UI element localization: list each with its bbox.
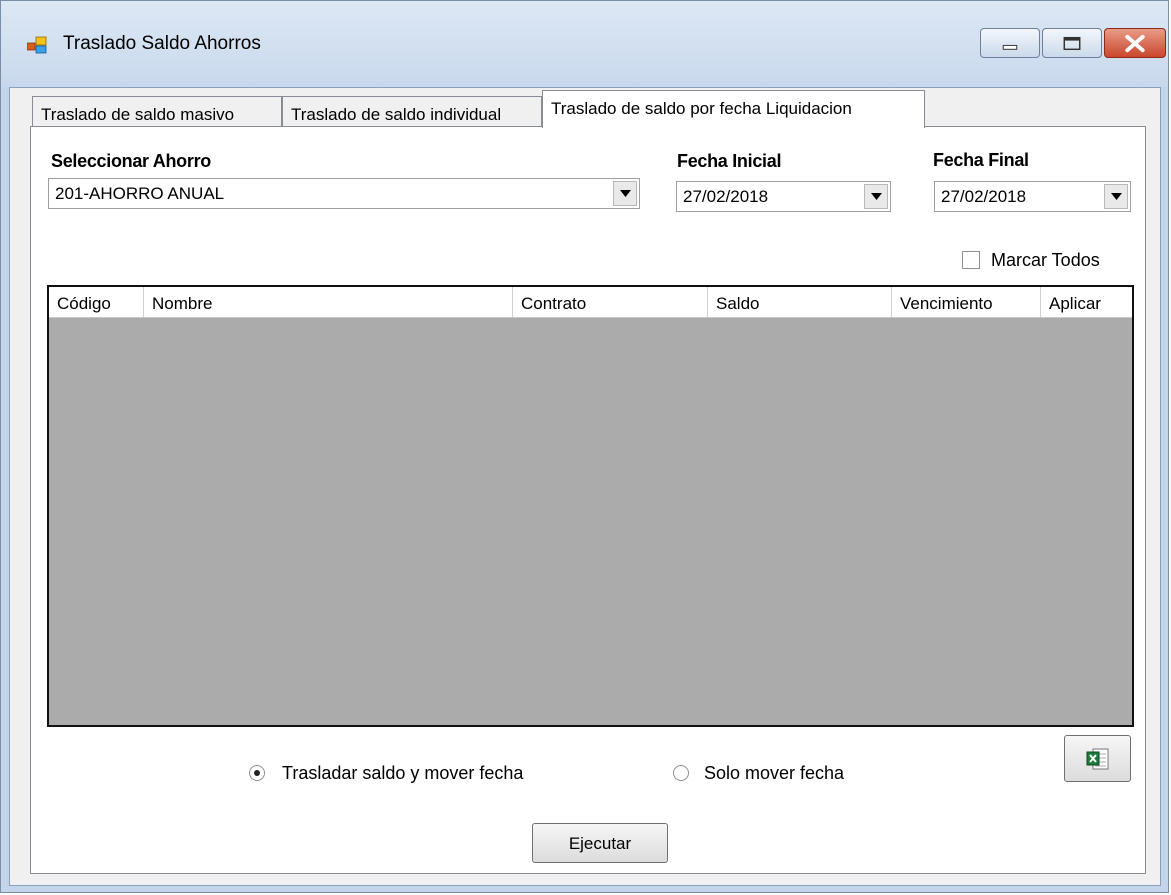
savings-grid[interactable]: Código Nombre Contrato Saldo Vencimiento… xyxy=(47,285,1134,727)
tab-label: Traslado de saldo individual xyxy=(291,105,502,124)
marcar-todos-checkbox[interactable] xyxy=(962,251,980,269)
col-header-vencimiento[interactable]: Vencimiento xyxy=(892,287,1041,317)
marcar-todos-label[interactable]: Marcar Todos xyxy=(991,250,1100,271)
solo-mover-fecha-radio[interactable] xyxy=(673,765,689,781)
grid-header: Código Nombre Contrato Saldo Vencimiento… xyxy=(49,287,1132,318)
window-title: Traslado Saldo Ahorros xyxy=(63,33,261,54)
trasladar-saldo-label[interactable]: Trasladar saldo y mover fecha xyxy=(282,763,523,784)
tab-label: Traslado de saldo por fecha Liquidacion xyxy=(551,99,852,118)
maximize-button[interactable] xyxy=(1042,28,1102,58)
ejecutar-button-label: Ejecutar xyxy=(568,834,632,853)
minimize-button[interactable] xyxy=(980,28,1040,58)
title-bar[interactable]: Traslado Saldo Ahorros xyxy=(1,1,1168,87)
fecha-final-dropdown-button[interactable] xyxy=(1104,184,1128,209)
excel-export-icon xyxy=(1086,748,1109,770)
maximize-icon xyxy=(1063,36,1081,51)
chevron-down-icon xyxy=(871,193,882,200)
export-excel-button[interactable] xyxy=(1064,735,1131,782)
tab-traslado-fecha-liquidacion[interactable]: Traslado de saldo por fecha Liquidacion xyxy=(542,90,925,128)
col-header-aplicar[interactable]: Aplicar xyxy=(1041,287,1132,317)
col-header-nombre[interactable]: Nombre xyxy=(144,287,513,317)
col-header-saldo[interactable]: Saldo xyxy=(708,287,892,317)
tab-traslado-individual[interactable]: Traslado de saldo individual xyxy=(282,96,542,128)
ahorro-select[interactable]: 201-AHORRO ANUAL xyxy=(48,178,640,209)
col-header-codigo[interactable]: Código xyxy=(49,287,144,317)
tab-label: Traslado de saldo masivo xyxy=(41,105,235,124)
fecha-inicial-label: Fecha Inicial xyxy=(677,151,782,171)
trasladar-saldo-radio[interactable] xyxy=(249,765,265,781)
col-header-contrato[interactable]: Contrato xyxy=(513,287,708,317)
close-icon xyxy=(1125,34,1145,53)
chevron-down-icon xyxy=(1111,193,1122,200)
fecha-final-label: Fecha Final xyxy=(933,150,1029,170)
ahorro-select-value: 201-AHORRO ANUAL xyxy=(55,184,225,203)
app-window-icon xyxy=(27,36,47,54)
tab-traslado-masivo[interactable]: Traslado de saldo masivo xyxy=(32,96,282,128)
ahorro-label: Seleccionar Ahorro xyxy=(51,151,211,171)
ejecutar-button[interactable]: Ejecutar xyxy=(532,823,668,863)
app-window: Traslado Saldo Ahorros Traslado de saldo… xyxy=(0,0,1169,893)
radio-selected-dot xyxy=(254,770,260,776)
fecha-inicial-value: 27/02/2018 xyxy=(683,187,769,206)
fecha-inicial-dropdown-button[interactable] xyxy=(864,184,888,209)
chevron-down-icon xyxy=(620,190,631,197)
close-button[interactable] xyxy=(1104,28,1166,58)
fecha-inicial-picker[interactable]: 27/02/2018 xyxy=(676,181,891,212)
minimize-icon xyxy=(1002,44,1018,50)
solo-mover-fecha-label[interactable]: Solo mover fecha xyxy=(704,763,844,784)
ahorro-dropdown-button[interactable] xyxy=(613,181,637,206)
fecha-final-value: 27/02/2018 xyxy=(941,187,1027,206)
fecha-final-picker[interactable]: 27/02/2018 xyxy=(934,181,1131,212)
